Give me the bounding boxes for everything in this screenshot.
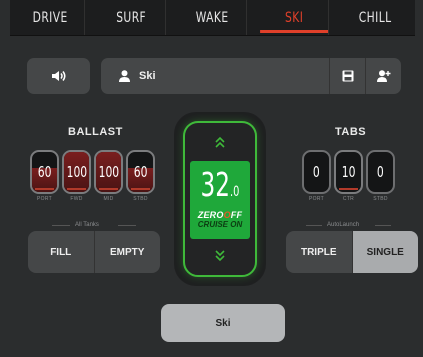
empty-button[interactable]: EMPTY [95, 231, 161, 273]
save-profile-button[interactable] [329, 58, 365, 94]
trim-tab-port[interactable]: 0 PORT [302, 150, 331, 202]
trim-tab-stbd[interactable]: 0 STBD [366, 150, 395, 202]
tab-value: 10 [341, 163, 356, 181]
volume-button[interactable] [27, 58, 90, 94]
tank-value: 100 [98, 163, 119, 181]
tank-label: STBD [133, 196, 148, 202]
tank-value: 100 [66, 163, 87, 181]
ballast-tank-port[interactable]: 60 PORT [30, 150, 59, 202]
all-tanks-label: All Tanks [75, 222, 99, 228]
tab-label: CTR [342, 196, 355, 202]
tank-label: PORT [37, 196, 52, 202]
tab-label: STBD [373, 196, 388, 202]
tab-wake[interactable]: WAKE [178, 0, 248, 35]
double-chevron-up-icon [215, 136, 225, 148]
tab-label: PORT [309, 196, 324, 202]
triple-button[interactable]: TRIPLE [286, 231, 352, 273]
single-button[interactable]: SINGLE [352, 231, 418, 273]
profile-selector[interactable]: Ski [101, 58, 401, 94]
tab-surf[interactable]: SURF [97, 0, 167, 35]
add-user-icon [376, 70, 390, 82]
ski-profile-button[interactable]: Ski [161, 304, 285, 342]
ballast-tank-mid[interactable]: 100 MID [94, 150, 123, 202]
autolaunch-control: TRIPLE SINGLE [286, 231, 418, 273]
save-icon [342, 70, 353, 82]
ballast-title: BALLAST [68, 126, 123, 138]
zero-off-logo: ZEROOFF [197, 210, 243, 220]
ballast-tank-fwd[interactable]: 100 FWD [62, 150, 91, 202]
speed-panel: 32.0 ZEROOFF CRUISE ON [183, 121, 257, 277]
speed-up-button[interactable] [185, 129, 255, 155]
user-icon [113, 70, 135, 82]
add-profile-button[interactable] [365, 58, 401, 94]
tab-chill[interactable]: CHILL [341, 0, 409, 35]
trim-tab-gauges: 0 PORT 10 CTR 0 STBD [302, 150, 395, 202]
tab-ski[interactable]: SKI [259, 0, 329, 35]
tabs-title: TABS [335, 126, 367, 138]
speed-decimal: .0 [230, 184, 240, 200]
tank-value: 60 [37, 163, 52, 181]
trim-tab-ctr[interactable]: 10 CTR [334, 150, 363, 202]
autolaunch-label: AutoLaunch [327, 222, 360, 228]
fill-button[interactable]: FILL [28, 231, 94, 273]
speed-down-button[interactable] [185, 243, 255, 269]
divider [118, 225, 136, 226]
tab-value: 0 [377, 163, 384, 181]
ballast-fill-empty-control: FILL EMPTY [28, 231, 160, 273]
divider [306, 225, 322, 226]
tank-value: 60 [133, 163, 148, 181]
tank-label: FWD [70, 196, 83, 202]
speed-value: 32 [200, 165, 231, 204]
profile-name: Ski [139, 70, 156, 82]
double-chevron-down-icon [215, 250, 225, 262]
divider [52, 225, 70, 226]
tab-drive[interactable]: DRIVE [16, 0, 86, 35]
tank-label: MID [103, 196, 114, 202]
speed-display: 32.0 ZEROOFF CRUISE ON [190, 161, 250, 239]
ballast-gauges: 60 PORT 100 FWD 100 MID 60 STBD [30, 150, 155, 202]
speaker-icon [51, 71, 65, 81]
ballast-tank-stbd[interactable]: 60 STBD [126, 150, 155, 202]
divider [375, 225, 391, 226]
tab-value: 0 [313, 163, 320, 181]
mode-tab-bar: DRIVE SURF WAKE SKI CHILL [10, 0, 415, 36]
cruise-status: CRUISE ON [197, 220, 243, 229]
